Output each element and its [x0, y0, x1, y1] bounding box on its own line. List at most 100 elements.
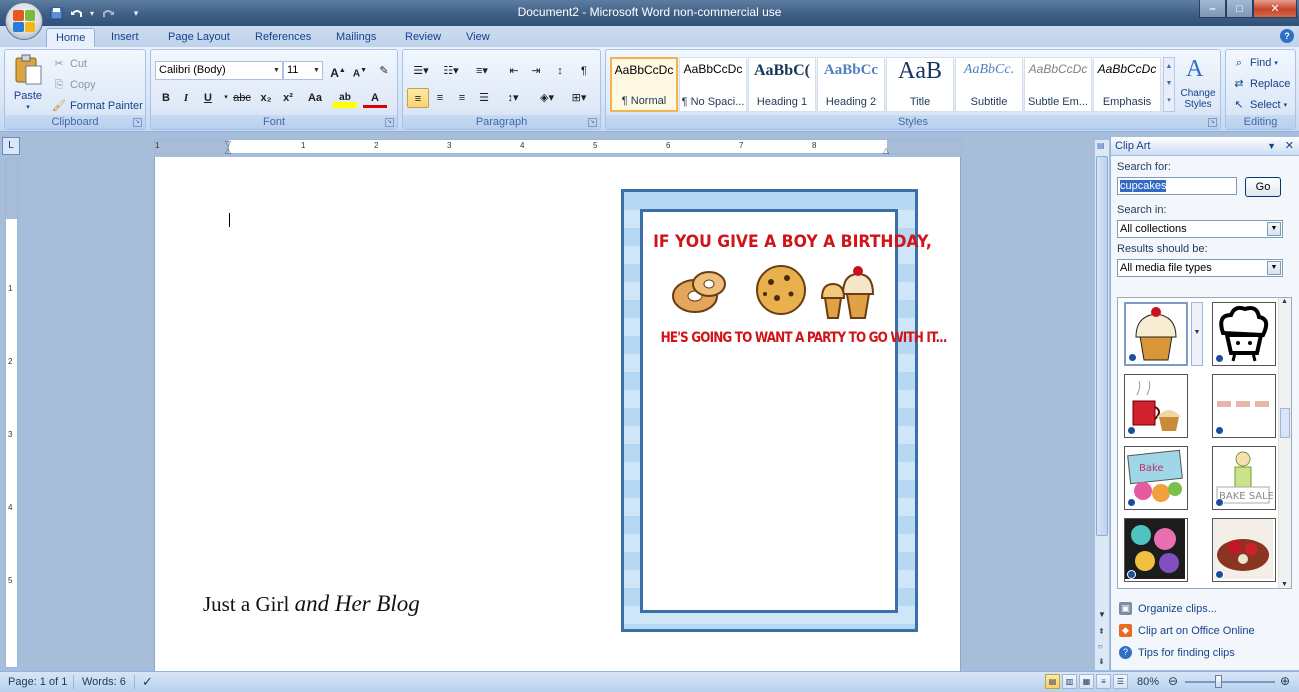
organize-clips-link[interactable]: ▣ Organize clips...: [1119, 602, 1217, 615]
tab-selector[interactable]: L: [2, 137, 20, 155]
change-case-button[interactable]: Aa: [301, 88, 329, 108]
tab-page-layout[interactable]: Page Layout: [159, 28, 239, 47]
tab-mailings[interactable]: Mailings: [327, 28, 385, 47]
grow-font-button[interactable]: A▲: [327, 61, 349, 81]
style-title[interactable]: AaB Title: [886, 57, 954, 112]
bold-button[interactable]: B: [155, 88, 177, 108]
paragraph-launcher-icon[interactable]: ↘: [588, 118, 597, 127]
scroll-down-icon[interactable]: ▼: [1098, 610, 1106, 619]
font-size-combo[interactable]: 11 ▼: [283, 61, 323, 80]
zoom-slider-thumb[interactable]: [1215, 675, 1222, 688]
font-color-button[interactable]: A: [363, 88, 387, 108]
draft-view-icon[interactable]: ☰: [1113, 674, 1128, 689]
help-icon[interactable]: ?: [1280, 29, 1294, 43]
increase-indent-icon[interactable]: ⇥: [525, 61, 547, 81]
align-center-icon[interactable]: ≡: [429, 88, 451, 108]
document-page[interactable]: Just a Girl and Her Blog IF YOU GIVE A B…: [154, 157, 961, 671]
proofing-icon[interactable]: ✓: [142, 674, 153, 690]
font-launcher-icon[interactable]: ↘: [385, 118, 394, 127]
left-indent-marker[interactable]: △: [225, 146, 233, 155]
style-heading-2[interactable]: AaBbCc Heading 2: [817, 57, 885, 112]
shading-icon[interactable]: ◈▾: [533, 88, 561, 108]
align-left-icon[interactable]: ≡: [407, 88, 429, 108]
clipboard-launcher-icon[interactable]: ↘: [133, 118, 142, 127]
tab-insert[interactable]: Insert: [102, 28, 148, 47]
line-spacing-icon[interactable]: ↕▾: [499, 88, 527, 108]
close-button[interactable]: ✕: [1253, 0, 1297, 18]
clip-result-cupcake[interactable]: [1124, 302, 1188, 366]
style-subtitle[interactable]: AaBbCc. Subtitle: [955, 57, 1023, 112]
shrink-font-button[interactable]: A▼: [349, 61, 371, 81]
previous-page-icon[interactable]: ⇞: [1098, 627, 1105, 636]
maximize-button[interactable]: □: [1226, 0, 1253, 18]
style-normal[interactable]: AaBbCcDc ¶ Normal: [610, 57, 678, 112]
scroll-thumb[interactable]: [1096, 156, 1108, 536]
clip-result-colorful-cupcakes[interactable]: [1124, 518, 1188, 582]
zoom-in-icon[interactable]: ⊕: [1280, 674, 1290, 688]
select-button[interactable]: ↖ Select ▾: [1231, 96, 1287, 114]
search-in-select[interactable]: All collections ▼: [1117, 220, 1283, 238]
show-formatting-icon[interactable]: ¶: [573, 61, 595, 81]
web-layout-icon[interactable]: ▦: [1079, 674, 1094, 689]
search-input[interactable]: cupcakes: [1117, 177, 1237, 195]
align-right-icon[interactable]: ≡: [451, 88, 473, 108]
clear-formatting-icon[interactable]: ✎: [373, 61, 395, 81]
style-heading-1[interactable]: AaBbC( Heading 1: [748, 57, 816, 112]
tab-references[interactable]: References: [246, 28, 320, 47]
browse-object-icon[interactable]: ○: [1098, 642, 1103, 651]
tab-review[interactable]: Review: [396, 28, 450, 47]
tab-home[interactable]: Home: [46, 28, 96, 47]
multilevel-list-icon[interactable]: ≡▾: [467, 61, 497, 81]
replace-button[interactable]: ⇄ Replace: [1231, 75, 1290, 93]
go-button[interactable]: Go: [1245, 177, 1281, 197]
italic-button[interactable]: I: [175, 88, 197, 108]
decrease-indent-icon[interactable]: ⇤: [503, 61, 525, 81]
invitation-image[interactable]: IF YOU GIVE A BOY A BIRTHDAY, HE'S GOING…: [621, 189, 947, 632]
tab-view[interactable]: View: [457, 28, 499, 47]
styles-gallery-scroll[interactable]: ▲ ▼ ▾: [1163, 57, 1175, 112]
next-page-icon[interactable]: ⇟: [1098, 657, 1105, 666]
horizontal-ruler[interactable]: 1 1 2 3 4 5 6 7 8 ▽ △ △: [154, 139, 962, 155]
clip-result-bake-sale-sign[interactable]: Bake: [1124, 446, 1188, 510]
find-button[interactable]: ⌕ Find ▾: [1231, 54, 1278, 72]
styles-launcher-icon[interactable]: ↘: [1208, 118, 1217, 127]
right-indent-marker[interactable]: △: [883, 146, 891, 155]
word-count[interactable]: Words: 6: [82, 676, 126, 688]
results-scrollbar[interactable]: ▲ ▼: [1278, 298, 1291, 588]
style-subtle-emphasis[interactable]: AaBbCcDc Subtle Em...: [1024, 57, 1092, 112]
bullets-icon[interactable]: ☰▾: [407, 61, 435, 81]
borders-icon[interactable]: ⊞▾: [565, 88, 593, 108]
change-styles-button[interactable]: A Change Styles: [1178, 54, 1218, 114]
subscript-button[interactable]: x₂: [255, 88, 277, 108]
numbering-icon[interactable]: ☷▾: [437, 61, 465, 81]
clip-result-bake-sale-person[interactable]: BAKE SALE: [1212, 446, 1276, 510]
print-layout-icon[interactable]: ▤: [1045, 674, 1060, 689]
scroll-up-icon[interactable]: ▲: [1281, 298, 1288, 305]
full-screen-reading-icon[interactable]: ▥: [1062, 674, 1077, 689]
superscript-button[interactable]: x²: [277, 88, 299, 108]
page-count[interactable]: Page: 1 of 1: [8, 676, 67, 688]
style-no-spacing[interactable]: AaBbCcDc ¶ No Spaci...: [679, 57, 747, 112]
office-button[interactable]: [5, 2, 43, 40]
document-scrollbar[interactable]: ▤ ▼ ⇞ ○ ⇟: [1094, 140, 1109, 670]
zoom-slider[interactable]: [1185, 681, 1275, 683]
paste-dropdown-icon[interactable]: ▾: [11, 103, 45, 111]
outline-view-icon[interactable]: ≡: [1096, 674, 1111, 689]
font-name-combo[interactable]: Calibri (Body) ▼: [155, 61, 283, 80]
pane-options-icon[interactable]: ▼: [1267, 137, 1276, 155]
strikethrough-button[interactable]: abc: [229, 88, 255, 108]
close-icon[interactable]: ✕: [1285, 137, 1294, 155]
zoom-out-icon[interactable]: ⊖: [1168, 674, 1178, 688]
justify-icon[interactable]: ☰: [473, 88, 495, 108]
sort-icon[interactable]: ↕: [549, 61, 571, 81]
style-emphasis[interactable]: AaBbCcDc Emphasis: [1093, 57, 1161, 112]
clip-menu-dropdown[interactable]: ▼: [1191, 302, 1203, 366]
clip-result-strawberry-cupcake[interactable]: [1212, 518, 1276, 582]
clip-art-online-link[interactable]: ◆ Clip art on Office Online: [1119, 624, 1255, 637]
vertical-ruler[interactable]: 1 2 3 4 5: [5, 158, 18, 668]
ruler-toggle-icon[interactable]: ▤: [1097, 141, 1105, 150]
highlight-button[interactable]: ab: [333, 88, 357, 108]
clip-result-bake-sale-banner[interactable]: [1212, 374, 1276, 438]
clip-result-cupcake-face[interactable]: [1212, 302, 1276, 366]
tips-link[interactable]: ? Tips for finding clips: [1119, 646, 1235, 659]
